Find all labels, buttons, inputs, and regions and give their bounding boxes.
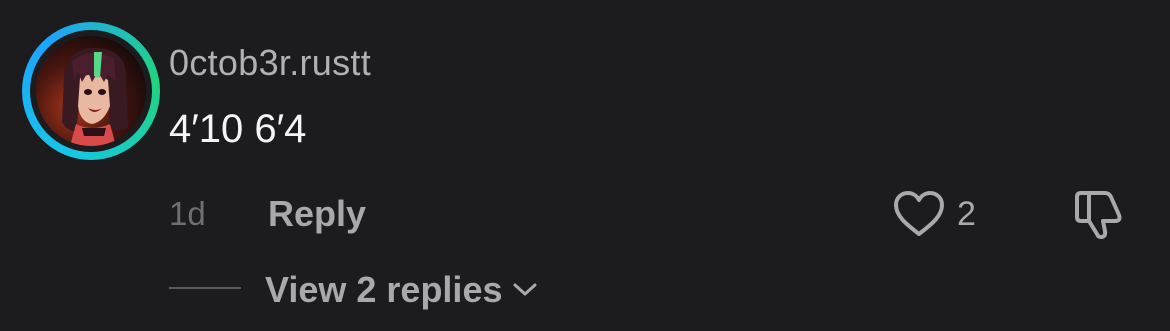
comment-timestamp: 1d bbox=[169, 195, 206, 232]
avatar[interactable] bbox=[36, 36, 146, 146]
dislike-button[interactable] bbox=[1071, 189, 1125, 241]
replies-divider bbox=[169, 287, 241, 289]
avatar-ring-gap bbox=[30, 30, 152, 152]
like-button[interactable] bbox=[892, 190, 946, 238]
like-count: 2 bbox=[957, 195, 976, 233]
comment-item: 0ctob3r.rustt 4′10 6′4 1d Reply 2 View 2… bbox=[0, 0, 1170, 331]
username[interactable]: 0ctob3r.rustt bbox=[169, 42, 371, 84]
chevron-down-icon bbox=[513, 283, 537, 296]
view-replies-label: View 2 replies bbox=[265, 269, 503, 310]
reply-button[interactable]: Reply bbox=[268, 193, 366, 235]
comment-text: 4′10 6′4 bbox=[169, 107, 307, 151]
view-replies-button[interactable]: View 2 replies bbox=[265, 269, 538, 311]
heart-outline-icon bbox=[894, 191, 944, 236]
thumbs-down-icon bbox=[1075, 191, 1122, 239]
avatar-story-ring[interactable] bbox=[22, 22, 160, 160]
avatar-illustration bbox=[36, 36, 146, 146]
